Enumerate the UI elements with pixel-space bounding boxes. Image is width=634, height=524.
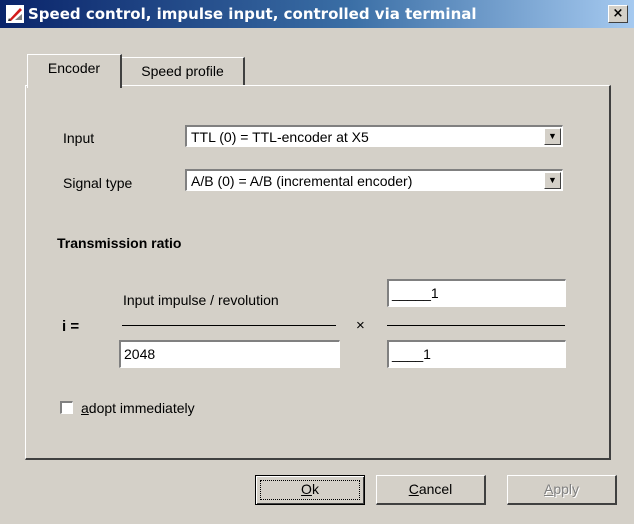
i-equals-label: i = <box>62 318 80 335</box>
tab-encoder[interactable]: Encoder <box>27 54 122 88</box>
app-icon <box>6 5 24 23</box>
apply-label-rest: pply <box>553 481 580 497</box>
signal-type-select[interactable]: A/B (0) = A/B (incremental encoder) ▼ <box>185 169 563 191</box>
input-select-value: TTL (0) = TTL-encoder at X5 <box>191 129 369 145</box>
title-bar[interactable]: Speed control, impulse input, controlled… <box>0 0 634 28</box>
transmission-ratio-heading: Transmission ratio <box>57 235 182 251</box>
ok-button[interactable]: Ok <box>255 475 365 505</box>
fraction-line-right <box>387 325 565 326</box>
numerator-field[interactable]: _____1 <box>387 279 566 307</box>
apply-button[interactable]: Apply <box>507 475 617 505</box>
adopt-label-rest: dopt immediately <box>88 400 195 416</box>
fraction-line-left <box>122 325 336 326</box>
cancel-button[interactable]: Cancel <box>376 475 486 505</box>
input-select[interactable]: TTL (0) = TTL-encoder at X5 ▼ <box>185 125 563 147</box>
signal-type-value: A/B (0) = A/B (incremental encoder) <box>191 173 413 189</box>
times-symbol: × <box>356 317 365 334</box>
denominator-field[interactable]: ____1 <box>387 340 566 368</box>
signal-type-label: Signal type <box>63 175 133 191</box>
tab-speed-profile[interactable]: Speed profile <box>121 57 245 86</box>
cancel-label-rest: ancel <box>418 481 453 497</box>
window-title: Speed control, impulse input, controlled… <box>28 5 477 23</box>
cancel-accel-key: C <box>408 481 419 497</box>
focus-rectangle <box>260 480 360 500</box>
close-button[interactable]: × <box>608 5 628 23</box>
adopt-immediately-checkbox[interactable] <box>60 401 73 414</box>
tab-label: Speed profile <box>141 63 224 79</box>
impulse-label: Input impulse / revolution <box>123 292 279 308</box>
dropdown-arrow-icon[interactable]: ▼ <box>544 172 561 189</box>
dropdown-arrow-icon[interactable]: ▼ <box>544 128 561 145</box>
impulse-field[interactable]: 2048 <box>119 340 340 368</box>
adopt-immediately-label[interactable]: adopt immediately <box>81 400 195 416</box>
adopt-accel-key: a <box>81 400 89 416</box>
tab-label: Encoder <box>47 60 101 76</box>
input-label: Input <box>63 130 95 146</box>
apply-accel-key: A <box>543 481 554 497</box>
